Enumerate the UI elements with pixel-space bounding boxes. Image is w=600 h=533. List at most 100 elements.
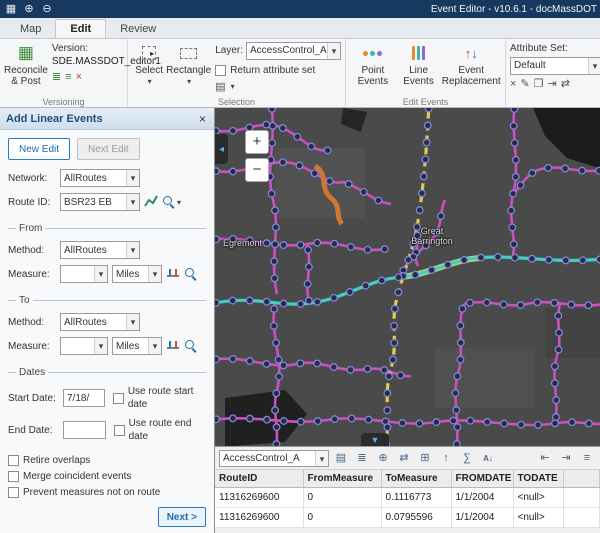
- table-row[interactable]: 11316269600 0 0.1116773 1/1/2004 <null>: [215, 488, 600, 508]
- table-layer-dropdown[interactable]: AccessControl_A ▾: [219, 450, 329, 467]
- tab-edit[interactable]: Edit: [55, 19, 106, 38]
- from-measure-label: Measure:: [8, 269, 60, 280]
- collapse-table-button[interactable]: ▼: [361, 433, 389, 446]
- pick-from-measure-icon[interactable]: [166, 266, 180, 283]
- from-measure-dropdown[interactable]: ▾: [60, 265, 108, 283]
- rectangle-button[interactable]: Rectangle ▾: [166, 42, 211, 87]
- zoom-in-button[interactable]: +: [245, 130, 269, 154]
- edit-attribute-set-icon[interactable]: ✎: [520, 78, 529, 91]
- return-attribute-set-checkbox[interactable]: [215, 65, 226, 76]
- cell-frommeasure[interactable]: 0: [303, 488, 381, 508]
- close-panel-icon[interactable]: ×: [197, 112, 208, 126]
- use-route-end-date-checkbox[interactable]: [114, 425, 125, 436]
- cell-fromdate[interactable]: 1/1/2004: [451, 488, 513, 508]
- attribute-table: RouteID FromMeasure ToMeasure FROMDATE T…: [215, 470, 600, 528]
- column-header[interactable]: [563, 470, 600, 488]
- zoom-to-to-measure-icon[interactable]: [184, 339, 198, 353]
- chevron-down-icon: ▾: [94, 338, 107, 354]
- version-properties-icon[interactable]: ≡: [65, 71, 71, 84]
- selection-layer-dropdown[interactable]: AccessControl_A ▾: [246, 42, 341, 60]
- map-view[interactable]: Egremont Great Barrington + − ◂ ▼: [215, 108, 600, 446]
- to-measure-dropdown[interactable]: ▾: [60, 337, 108, 355]
- table-options-icon[interactable]: ≡: [578, 450, 596, 467]
- last-record-icon[interactable]: ⇥: [557, 450, 575, 467]
- app-icon[interactable]: ▦: [3, 2, 19, 16]
- cell-frommeasure[interactable]: 0: [303, 508, 381, 528]
- tab-review[interactable]: Review: [106, 20, 170, 38]
- use-route-start-date-checkbox[interactable]: [113, 393, 124, 404]
- swap-attributes-icon[interactable]: ⇄: [561, 78, 570, 91]
- cell-fromdate[interactable]: 1/1/2004: [451, 508, 513, 528]
- cell-tomeasure[interactable]: 0.0795596: [381, 508, 451, 528]
- zoom-to-route-icon[interactable]: [162, 195, 176, 209]
- attribute-set-dropdown[interactable]: Default ▾: [510, 57, 600, 75]
- chevron-down-icon: ▾: [94, 266, 107, 282]
- statistics-icon[interactable]: ∑: [458, 450, 476, 467]
- from-unit-dropdown[interactable]: Miles ▾: [112, 265, 162, 283]
- switch-selection-icon[interactable]: ⇄: [395, 450, 413, 467]
- reconcile-post-button[interactable]: ▦ Reconcile & Post: [4, 42, 48, 87]
- event-replacement-button[interactable]: ↑↓ Event Replacement: [441, 42, 501, 87]
- add-record-icon[interactable]: ⊞: [416, 450, 434, 467]
- ribbon-group-edit-events: Point Events Line Events ↑↓ Event Replac…: [346, 39, 506, 107]
- zoom-to-selection-icon[interactable]: ⊕: [374, 450, 392, 467]
- new-edit-button[interactable]: New Edit: [8, 138, 70, 160]
- attributes-list-icon[interactable]: ≣: [353, 450, 371, 467]
- to-unit-dropdown[interactable]: Miles ▾: [112, 337, 162, 355]
- version-changes-icon[interactable]: ≣: [52, 71, 61, 84]
- tab-map[interactable]: Map: [6, 20, 55, 38]
- line-events-button[interactable]: Line Events: [396, 42, 442, 87]
- cell-extra[interactable]: [563, 488, 600, 508]
- column-header[interactable]: FROMDATE: [451, 470, 513, 488]
- pick-to-measure-icon[interactable]: [166, 338, 180, 355]
- zoom-to-from-measure-icon[interactable]: [184, 267, 198, 281]
- pick-route-on-map-icon[interactable]: [144, 194, 158, 211]
- first-record-icon[interactable]: ⇤: [536, 450, 554, 467]
- column-header[interactable]: RouteID: [215, 470, 303, 488]
- chevron-down-icon: ▾: [231, 80, 235, 94]
- cell-tomeasure[interactable]: 0.1116773: [381, 488, 451, 508]
- collapse-panel-left-button[interactable]: ◂: [215, 134, 228, 164]
- route-id-dropdown[interactable]: BSR23 EB ▾: [60, 193, 140, 211]
- next-edit-button[interactable]: Next Edit: [77, 138, 140, 160]
- export-records-icon[interactable]: ↑: [437, 450, 455, 467]
- sort-icon[interactable]: A↓: [479, 450, 497, 467]
- column-header[interactable]: FromMeasure: [303, 470, 381, 488]
- selection-options-icon[interactable]: ▤: [215, 81, 225, 94]
- line-events-label: Line Events: [396, 65, 442, 87]
- cell-routeid[interactable]: 11316269600: [215, 488, 303, 508]
- column-header[interactable]: TODATE: [513, 470, 563, 488]
- column-header[interactable]: ToMeasure: [381, 470, 451, 488]
- zoom-out-globe-icon[interactable]: ⊖: [39, 2, 55, 16]
- select-button[interactable]: ▸ Select ▾: [132, 42, 166, 87]
- cell-todate[interactable]: <null>: [513, 508, 563, 528]
- to-method-dropdown[interactable]: AllRoutes ▾: [60, 313, 140, 331]
- copy-attributes-icon[interactable]: ❐: [534, 78, 544, 91]
- from-method-dropdown[interactable]: AllRoutes ▾: [60, 241, 140, 259]
- point-events-label: Point Events: [350, 65, 396, 87]
- clear-attribute-set-icon[interactable]: ×: [510, 78, 516, 91]
- attribute-table-panel: AccessControl_A ▾ ▤ ≣ ⊕ ⇄ ⊞ ↑ ∑ A↓ ⇤ ⇥ ≡…: [215, 446, 600, 533]
- show-selected-records-icon[interactable]: ▤: [332, 450, 350, 467]
- close-version-icon[interactable]: ×: [76, 71, 82, 84]
- start-date-input[interactable]: 7/18/: [63, 389, 105, 407]
- cell-extra[interactable]: [563, 508, 600, 528]
- cell-todate[interactable]: <null>: [513, 488, 563, 508]
- merge-coincident-events-checkbox[interactable]: [8, 471, 19, 482]
- cell-routeid[interactable]: 11316269600: [215, 508, 303, 528]
- retire-overlaps-label: Retire overlaps: [23, 454, 90, 467]
- network-dropdown[interactable]: AllRoutes ▾: [60, 169, 140, 187]
- next-button[interactable]: Next >: [158, 507, 206, 527]
- retire-overlaps-checkbox[interactable]: [8, 455, 19, 466]
- zoom-in-globe-icon[interactable]: ⊕: [21, 2, 37, 16]
- table-row[interactable]: 11316269600 0 0.0795596 1/1/2004 <null>: [215, 508, 600, 528]
- apply-forward-icon[interactable]: ⇥: [548, 78, 557, 91]
- chevron-down-icon: ▾: [148, 76, 152, 87]
- chevron-down-icon: ▾: [148, 266, 161, 282]
- to-method-label: Method:: [8, 317, 60, 328]
- zoom-out-button[interactable]: −: [245, 158, 269, 182]
- prevent-measures-checkbox[interactable]: [8, 487, 19, 498]
- chevron-down-icon[interactable]: ▾: [177, 198, 181, 207]
- point-events-button[interactable]: Point Events: [350, 42, 396, 87]
- end-date-input[interactable]: [63, 421, 106, 439]
